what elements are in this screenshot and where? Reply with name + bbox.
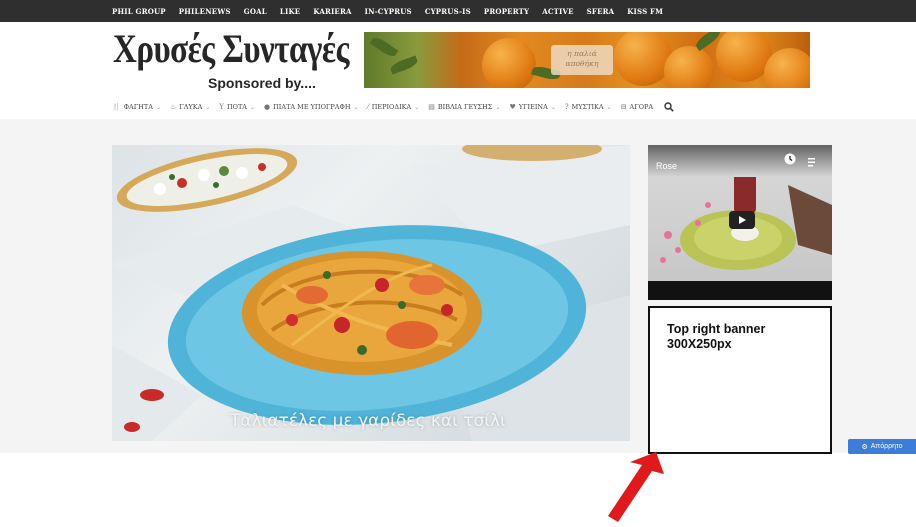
chevron-down-icon: ⌄ [414,103,420,111]
banner-line2: 300X250px [667,337,732,351]
search-icon[interactable] [664,102,674,112]
heart-icon: ♥ [509,103,516,111]
orange-decoration [664,46,714,88]
nav-item-label: ΓΛΥΚΑ [179,103,203,111]
nav-item-label: ΥΓΙΕΙΝΑ [518,103,548,111]
leaf-decoration [389,55,419,75]
nav-item-periodika[interactable]: ⁄ ΠΕΡΙΟΔΙΚΑ ⌄ [368,103,420,111]
network-link-kiss-fm[interactable]: KISS FM [627,7,663,16]
chevron-down-icon: ⌄ [353,103,359,111]
orange-decoration [614,32,672,86]
video-player[interactable]: Rose [648,145,832,300]
nav-item-pota[interactable]: Y ΠΟΤΑ ⌄ [219,103,255,111]
nav-item-label: ΦΑΓΗΤΑ [123,103,153,111]
red-arrow-annotation [608,452,664,522]
featured-article-hero[interactable]: Ταλιατέλες με γαρίδες και τσίλι [112,145,630,441]
gear-icon: ⚙ [861,443,868,451]
leaf-decoration [369,34,399,60]
chevron-down-icon: ⌄ [205,103,211,111]
top-network-bar: PHIL GROUP PHILENEWS GOAL LIKE KARIERA I… [0,0,916,22]
privacy-label: Απόρρητο [870,443,903,450]
network-link-like[interactable]: LIKE [280,7,300,16]
site-logo[interactable]: Χρυσές Συνταγές Sponsored by.... [112,28,349,92]
banner-text: Top right banner 300X250px [667,322,765,352]
hero-food-image [112,145,630,441]
network-link-kariera[interactable]: KARIERA [313,7,351,16]
logo-title: Χρυσές Συνταγές [113,28,349,72]
privacy-button[interactable]: ⚙ Απόρρητο [848,439,916,454]
logo-sponsored-text: Sponsored by.... [208,75,316,91]
nav-item-label: ΑΓΟΡΑ [629,103,654,111]
chevron-down-icon: ⌄ [155,103,161,111]
playlist-menu-icon[interactable] [808,154,818,167]
nav-item-label: ΠΕΡΙΟΔΙΚΑ [371,103,412,111]
nav-item-piata-me-ypografi[interactable]: ● ΠΙΑΤΑ ΜΕ ΥΠΟΓΡΑΦΗ ⌄ [264,103,359,111]
ad-stamp: η παλιά αποθήκη [551,45,613,75]
top-right-banner[interactable]: Top right banner 300X250px [648,306,832,454]
network-link-in-cyprus[interactable]: IN-CYPRUS [365,7,412,16]
network-links: PHIL GROUP PHILENEWS GOAL LIKE KARIERA I… [112,0,663,22]
chevron-down-icon: ⌄ [550,103,556,111]
play-button[interactable] [729,211,755,229]
plate-icon: ● [264,103,271,111]
nav-item-fagita[interactable]: 🍴 ΦΑΓΗΤΑ ⌄ [112,103,161,111]
orange-decoration [482,38,536,88]
network-link-philenews[interactable]: PHILENEWS [179,7,231,16]
nav-item-label: ΠΙΑΤΑ ΜΕ ΥΠΟΓΡΑΦΗ [273,103,351,111]
nav-item-ygieina[interactable]: ♥ ΥΓΙΕΙΝΑ ⌄ [509,103,555,111]
hero-caption[interactable]: Ταλιατέλες με γαρίδες και τσίλι [230,411,506,431]
question-icon: ? [564,103,569,111]
fork-knife-icon: 🍴 [112,103,121,111]
nav-item-label: ΒΙΒΛΙΑ ΓΕΥΣΗΣ [437,103,493,111]
basket-icon: ⊟ [620,103,627,111]
network-link-property[interactable]: PROPERTY [484,7,529,16]
header-ad-banner[interactable]: η παλιά αποθήκη [364,32,810,88]
nav-item-label: ΜΥΣΤΙΚΑ [571,103,604,111]
network-link-cyprus-is[interactable]: CYPRUS-IS [425,7,471,16]
network-link-phil-group[interactable]: PHIL GROUP [112,7,166,16]
pen-icon: ⁄ [367,103,369,111]
network-link-sfera[interactable]: SFERA [587,7,615,16]
network-link-goal[interactable]: GOAL [244,7,267,16]
banner-line1: Top right banner [667,322,766,336]
ad-stamp-line1: η παλιά [567,49,597,58]
cake-icon: ♨ [169,103,177,111]
clock-icon[interactable] [784,152,796,165]
nav-item-mystika[interactable]: ? ΜΥΣΤΙΚΑ ⌄ [565,103,612,111]
chevron-down-icon: ⌄ [250,103,256,111]
nav-item-label: ΠΟΤΑ [226,103,247,111]
nav-item-vivlia-gefsis[interactable]: ▤ ΒΙΒΛΙΑ ΓΕΥΣΗΣ ⌄ [428,103,500,111]
chevron-down-icon: ⌄ [606,103,612,111]
video-controls-bar [648,281,832,300]
network-link-active[interactable]: ACTIVE [542,7,573,16]
book-icon: ▤ [428,103,435,111]
cocktail-icon: Y [219,103,224,111]
nav-item-agora[interactable]: ⊟ ΑΓΟΡΑ [621,103,653,111]
chevron-down-icon: ⌄ [495,103,501,111]
video-title[interactable]: Rose [656,161,677,171]
ad-stamp-line2: αποθήκη [565,59,599,68]
main-nav: 🍴 ΦΑΓΗΤΑ ⌄ ♨ ΓΛΥΚΑ ⌄ Y ΠΟΤΑ ⌄ ● ΠΙΑΤΑ ΜΕ… [112,99,674,115]
nav-item-glyka[interactable]: ♨ ΓΛΥΚΑ ⌄ [170,103,210,111]
